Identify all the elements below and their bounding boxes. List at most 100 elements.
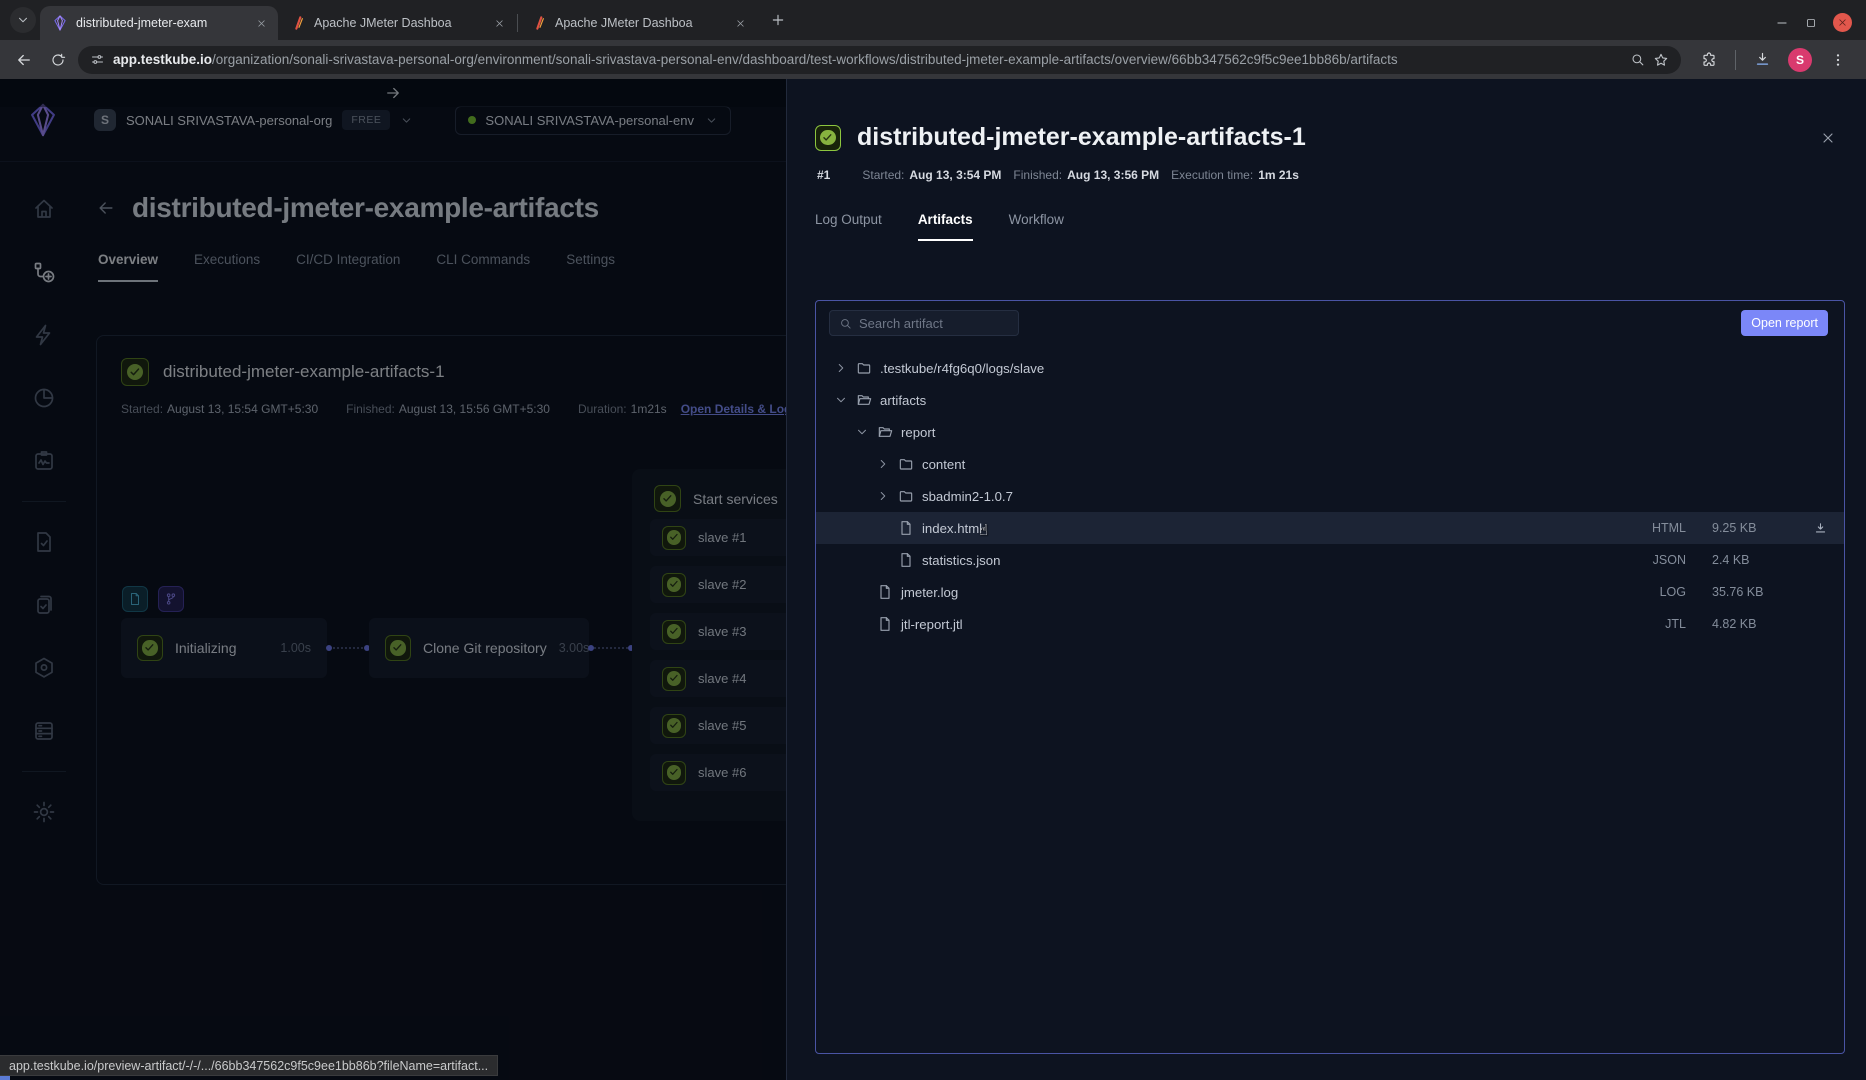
maximize-button[interactable]	[1805, 17, 1817, 29]
sidebar-item-suites-docs[interactable]	[27, 588, 61, 622]
sidebar-item-sources-server[interactable]	[27, 714, 61, 748]
drawer-tab-workflow[interactable]: Workflow	[1009, 212, 1064, 241]
reload-button[interactable]	[44, 46, 72, 74]
artifact-search[interactable]	[829, 310, 1019, 336]
sidebar-item-triggers-lightning[interactable]	[27, 318, 61, 352]
org-selector[interactable]: S SONALI SRIVASTAVA-personal-org FREE	[94, 109, 413, 131]
artifact-size: 35.76 KB	[1712, 585, 1798, 599]
downloads-button[interactable]	[1748, 46, 1776, 74]
status-passed-icon	[654, 485, 681, 512]
tab-cli-commands[interactable]: CLI Commands	[436, 252, 530, 282]
close-window-button[interactable]	[1833, 13, 1852, 32]
node-duration: 3.00s	[559, 641, 590, 655]
artifact-folder--testkube-r4fg6q0-logs-slave[interactable]: .testkube/r4fg6q0/logs/slave	[816, 352, 1844, 384]
browser-tab[interactable]: Apache JMeter Dashboa	[519, 6, 757, 40]
url-bar[interactable]: app.testkube.io/organization/sonali-sriv…	[78, 46, 1681, 74]
screen: distributed-jmeter-examApache JMeter Das…	[0, 0, 1866, 1080]
browser-tab[interactable]: distributed-jmeter-exam	[40, 6, 278, 40]
chevron-down-icon[interactable]	[834, 393, 856, 407]
sidebar	[0, 162, 88, 1079]
tab-settings[interactable]: Settings	[566, 252, 615, 282]
artifact-file-jtl-report-jtl[interactable]: jtl-report.jtlJTL4.82 KB	[816, 608, 1844, 640]
artifact-file-index-html[interactable]: ☝index.htmlHTML9.25 KB	[816, 512, 1844, 544]
back-nav-button[interactable]	[96, 198, 116, 218]
sidebar-item-workflows-add[interactable]	[27, 255, 61, 289]
artifact-file-statistics-json[interactable]: statistics.jsonJSON2.4 KB	[816, 544, 1844, 576]
minimize-icon	[1775, 16, 1789, 30]
sidebar-item-tests-doc[interactable]	[27, 525, 61, 559]
folder-icon	[898, 456, 922, 472]
site-settings-icon[interactable]	[90, 52, 105, 67]
artifact-label: index.html	[922, 521, 982, 536]
tab-close-button[interactable]	[731, 14, 749, 32]
status-passed-icon	[815, 125, 841, 151]
search-icon	[839, 317, 852, 330]
artifact-label: artifacts	[880, 393, 926, 408]
download-artifact-button[interactable]	[1798, 521, 1828, 536]
sidebar-item-executors-hexagon[interactable]	[27, 651, 61, 685]
connector	[591, 647, 631, 649]
artifact-type: HTML	[1640, 521, 1686, 535]
folder-icon	[898, 488, 922, 504]
search-input[interactable]	[859, 316, 1009, 331]
corner-accent	[0, 1076, 10, 1080]
tab-close-button[interactable]	[490, 14, 508, 32]
tab-overview[interactable]: Overview	[98, 252, 158, 282]
status-passed-icon	[662, 667, 686, 691]
node-initializing[interactable]: Initializing 1.00s	[121, 618, 327, 678]
drawer-tabs: Log Output Artifacts Workflow	[815, 212, 1838, 241]
browser-menu-button[interactable]	[1824, 46, 1852, 74]
browser-tabstrip: distributed-jmeter-examApache JMeter Das…	[0, 0, 1866, 40]
chevron-down-icon[interactable]	[855, 425, 877, 439]
new-tab-button[interactable]	[765, 7, 791, 33]
profile-avatar[interactable]: S	[1788, 48, 1812, 72]
artifact-folder-sbadmin2-1-0-7[interactable]: sbadmin2-1.0.7	[816, 480, 1844, 512]
drawer-close-button[interactable]	[1816, 126, 1840, 150]
execution-card: distributed-jmeter-example-artifacts-1 S…	[96, 335, 796, 885]
window-controls	[1775, 13, 1866, 40]
arrow-left-icon	[15, 51, 33, 69]
extensions-button[interactable]	[1695, 46, 1723, 74]
chevron-right-icon[interactable]	[834, 361, 856, 375]
artifact-folder-artifacts[interactable]: artifacts	[816, 384, 1844, 416]
artifact-folder-report[interactable]: report	[816, 416, 1844, 448]
connector	[329, 647, 367, 649]
back-button[interactable]	[10, 46, 38, 74]
artifact-label: content	[922, 457, 965, 472]
node-clone-git[interactable]: Clone Git repository 3.00s	[369, 618, 589, 678]
browser-tab[interactable]: Apache JMeter Dashboa	[278, 6, 516, 40]
artifact-label: .testkube/r4fg6q0/logs/slave	[880, 361, 1044, 376]
meta-value: 1m 21s	[1258, 168, 1299, 182]
tab-close-button[interactable]	[252, 14, 270, 32]
tab-ci-cd-integration[interactable]: CI/CD Integration	[296, 252, 400, 282]
settings-gear-icon	[32, 800, 56, 824]
artifact-file-jmeter-log[interactable]: jmeter.logLOG35.76 KB	[816, 576, 1844, 608]
open-report-button[interactable]: Open report	[1741, 310, 1828, 336]
minimize-button[interactable]	[1775, 16, 1789, 30]
tab-search-button[interactable]	[10, 7, 36, 33]
sidebar-item-settings-gear[interactable]	[27, 795, 61, 829]
status-passed-icon	[385, 635, 411, 661]
chevron-right-icon[interactable]	[876, 457, 898, 471]
artifact-folder-content[interactable]: content	[816, 448, 1844, 480]
tab-title: Apache JMeter Dashboa	[555, 16, 723, 30]
git-mini-button[interactable]	[158, 586, 184, 612]
sidebar-item-home[interactable]	[27, 192, 61, 226]
bookmark-star-icon[interactable]	[1653, 52, 1669, 68]
sidebar-item-status-monitor[interactable]	[27, 444, 61, 478]
drawer-meta: #1 Started:Aug 13, 3:54 PMFinished:Aug 1…	[817, 168, 1838, 182]
zoom-icon[interactable]	[1630, 52, 1645, 67]
sidebar-item-insights-pie[interactable]	[27, 381, 61, 415]
artifacts-mini-button[interactable]	[122, 586, 148, 612]
meta-value: Aug 13, 3:54 PM	[909, 168, 1001, 182]
plus-icon	[770, 12, 786, 28]
node-label: slave #6	[698, 765, 746, 780]
drawer-tab-artifacts[interactable]: Artifacts	[918, 212, 973, 241]
status-passed-icon	[662, 761, 686, 785]
tab-executions[interactable]: Executions	[194, 252, 260, 282]
environment-selector[interactable]: SONALI SRIVASTAVA-personal-env	[455, 106, 731, 135]
chevron-right-icon[interactable]	[876, 489, 898, 503]
artifacts-panel: Open report .testkube/r4fg6q0/logs/slave…	[815, 300, 1845, 1054]
status-passed-icon	[662, 526, 686, 550]
drawer-tab-log-output[interactable]: Log Output	[815, 212, 882, 241]
